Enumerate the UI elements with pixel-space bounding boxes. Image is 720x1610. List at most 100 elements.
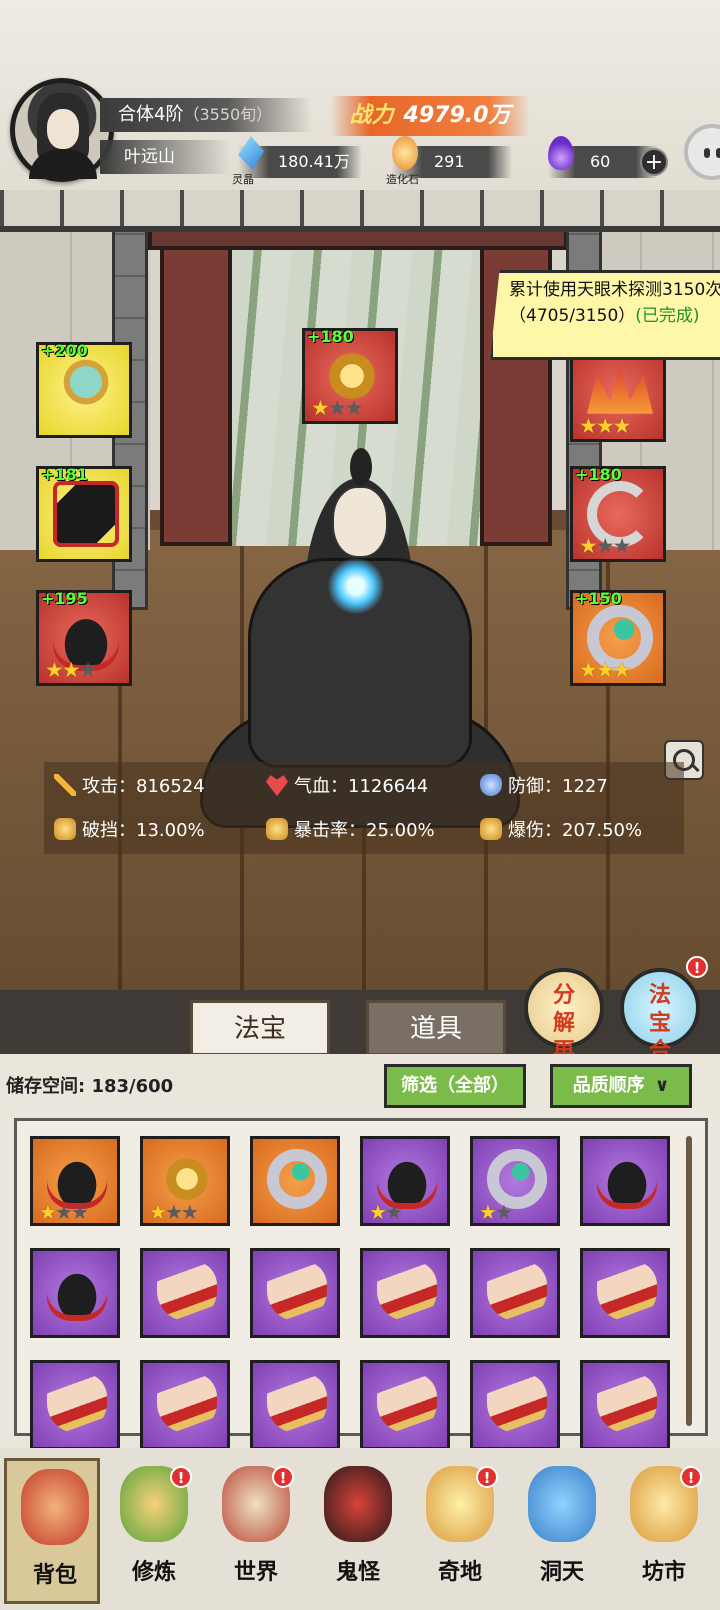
realm-label: 合体4阶: [118, 104, 184, 125]
claw-icon: [377, 1373, 437, 1433]
resource-crystal[interactable]: 灵晶 180.41万: [232, 136, 362, 186]
nav-item-ghost[interactable]: 鬼怪: [310, 1458, 406, 1604]
crit-icon: [266, 818, 288, 840]
resource-crystal-value: 180.41万: [278, 152, 350, 171]
claw-icon: [597, 1373, 657, 1433]
quest-status: (已完成): [635, 306, 700, 326]
filter-button[interactable]: 筛选（全部）: [384, 1064, 526, 1108]
mirror-icon: [53, 357, 119, 423]
inventory-item[interactable]: [140, 1248, 230, 1338]
stat-crit-damage: 爆伤：207.50%: [480, 818, 642, 844]
inventory-item[interactable]: [360, 1248, 450, 1338]
star-rating: ★★★: [149, 1200, 199, 1224]
claw-icon: [487, 1261, 547, 1321]
inventory-item[interactable]: ★★: [470, 1136, 560, 1226]
equip-slot-right-2[interactable]: +180 ★★★: [570, 465, 666, 562]
notification-badge: !: [476, 1466, 498, 1488]
equip-bonus: +180: [307, 327, 354, 346]
decompose-button[interactable]: 分解再造: [524, 968, 604, 1092]
ring-icon: [267, 1149, 327, 1209]
resource-stone[interactable]: 造化石 291: [386, 136, 512, 186]
claw-icon: [487, 1373, 547, 1433]
heart-icon: [266, 775, 288, 796]
nav-label: 坊市: [641, 1560, 686, 1585]
inventory-item[interactable]: [30, 1360, 120, 1450]
equip-bonus: +195: [41, 589, 88, 608]
equip-slot-right-1[interactable]: ★★★: [570, 346, 666, 442]
star-rating: ★★★: [579, 534, 631, 558]
sort-dropdown[interactable]: 品质顺序 ∨: [550, 1064, 692, 1108]
nav-label: 背包: [32, 1563, 77, 1588]
nav-item-world[interactable]: 世界!: [208, 1458, 304, 1604]
stat-defense: 防御：1227: [480, 774, 608, 800]
ghost-icon: [324, 1466, 392, 1542]
inventory-item[interactable]: [30, 1248, 120, 1338]
inventory-item[interactable]: [360, 1360, 450, 1450]
realm-progress: （3550旬）: [183, 105, 273, 124]
realm-bar: 合体4阶（3550旬）: [100, 98, 312, 132]
player-avatar[interactable]: [10, 78, 114, 182]
inventory-item[interactable]: [470, 1248, 560, 1338]
resource-flame-value: 60: [590, 152, 611, 171]
cave-icon: [528, 1466, 596, 1542]
stat-hp: 气血：1126644: [266, 774, 428, 800]
claw-icon: [157, 1373, 217, 1433]
boot-icon: [597, 1149, 657, 1209]
star-rating: ★★★: [579, 658, 632, 682]
chat-bubble-button[interactable]: [684, 124, 720, 180]
synthesize-button[interactable]: 法宝合成: [620, 968, 700, 1092]
spirit-orb: [328, 558, 384, 614]
quest-tooltip[interactable]: 累计使用天眼术探测3150次（4705/3150）(已完成): [490, 270, 720, 360]
stat-pierce: 破挡：13.00%: [54, 818, 205, 844]
inventory-item[interactable]: ★★★: [30, 1136, 120, 1226]
nav-item-market[interactable]: 坊市!: [616, 1458, 712, 1604]
equip-slot-center[interactable]: +180 ★★★: [302, 327, 398, 424]
inventory-item[interactable]: [580, 1136, 670, 1226]
star-rating: ★★★: [45, 658, 97, 682]
inventory-item[interactable]: ★★★: [140, 1136, 230, 1226]
equip-slot-right-3[interactable]: +150 ★★★: [570, 589, 666, 686]
claw-icon: [597, 1261, 657, 1321]
equip-slot-left-2[interactable]: +181: [36, 465, 132, 562]
shield-icon: [480, 774, 502, 796]
inventory-scrollbar[interactable]: [686, 1136, 692, 1426]
nav-label: 鬼怪: [335, 1560, 380, 1585]
nav-item-land[interactable]: 奇地!: [412, 1458, 508, 1604]
resource-stone-value: 291: [434, 152, 465, 171]
claw-icon: [267, 1261, 327, 1321]
stat-crit-rate: 暴击率：25.00%: [266, 818, 435, 844]
roof-eave: [0, 190, 720, 232]
purple-flame-icon: [548, 136, 574, 170]
inventory-item[interactable]: [580, 1360, 670, 1450]
sword-icon: [54, 774, 76, 796]
stat-attack: 攻击：816524: [54, 774, 205, 800]
claw-icon: [47, 1373, 107, 1433]
tab-treasure[interactable]: 法宝: [190, 1000, 330, 1056]
nav-label: 奇地: [437, 1560, 482, 1585]
player-name: 叶远山: [100, 140, 230, 174]
nav-item-bag[interactable]: 背包: [4, 1458, 100, 1604]
inventory-item[interactable]: [250, 1360, 340, 1450]
notification-badge: !: [170, 1466, 192, 1488]
inventory-item[interactable]: [250, 1248, 340, 1338]
inventory-item[interactable]: [580, 1248, 670, 1338]
claw-icon: [377, 1261, 437, 1321]
equip-bonus: +181: [41, 465, 88, 484]
robe-icon: [53, 481, 119, 547]
sort-label: 品质顺序: [572, 1075, 645, 1096]
notification-badge: !: [272, 1466, 294, 1488]
tab-items[interactable]: 道具: [366, 1000, 506, 1056]
nav-item-cult[interactable]: 修炼!: [106, 1458, 202, 1604]
add-resource-button[interactable]: +: [640, 148, 668, 176]
chevron-down-icon: ∨: [654, 1075, 670, 1096]
star-rating: ★★: [479, 1200, 513, 1224]
inventory-item[interactable]: [470, 1360, 560, 1450]
bag-icon: [21, 1469, 89, 1545]
inventory-item[interactable]: ★★: [360, 1136, 450, 1226]
nav-item-cave[interactable]: 洞天: [514, 1458, 610, 1604]
inventory-item[interactable]: [250, 1136, 340, 1226]
equip-slot-left-1[interactable]: +200: [36, 341, 132, 438]
inventory-item[interactable]: [140, 1360, 230, 1450]
equip-slot-left-3[interactable]: +195 ★★★: [36, 589, 132, 686]
pierce-icon: [54, 818, 76, 840]
